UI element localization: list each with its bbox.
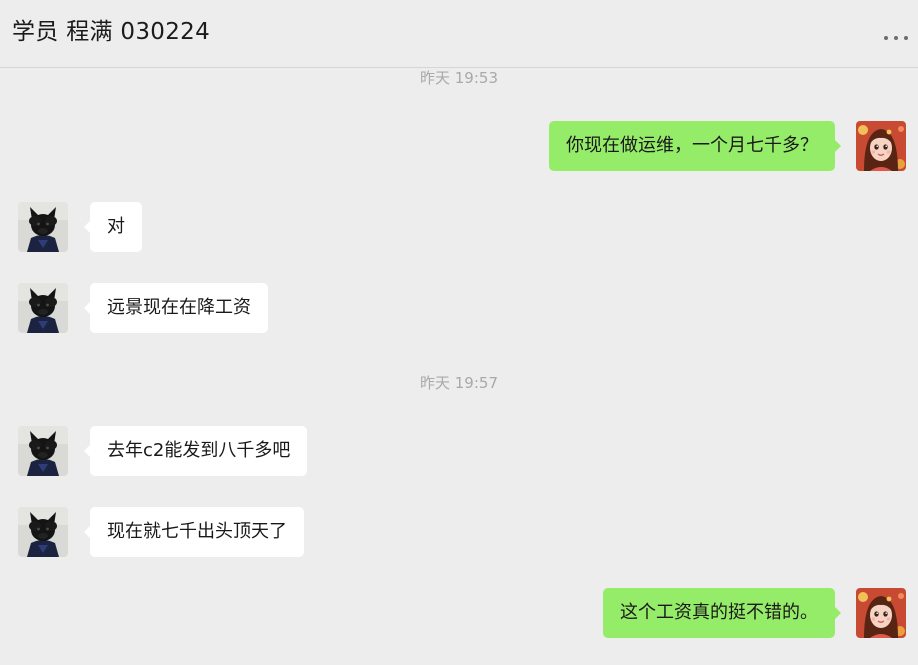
message-incoming: 远景现在在降工资 [0, 283, 918, 337]
message-incoming: 去年c2能发到八千多吧 [0, 426, 918, 480]
black-cat-avatar[interactable] [18, 202, 68, 252]
message-incoming: 现在就七千出头顶天了 [0, 507, 918, 561]
girl-avatar[interactable] [856, 121, 906, 171]
timestamp: 昨天 19:57 [420, 374, 498, 392]
chat-title: 学员 程满 030224 [12, 19, 211, 45]
message-bubble[interactable]: 对 [84, 202, 142, 252]
message-bubble[interactable]: 这个工资真的挺不错的。 [603, 588, 841, 638]
message-bubble[interactable]: 你现在做运维，一个月七千多？ [549, 121, 841, 171]
girl-avatar[interactable] [856, 588, 906, 638]
message-bubble[interactable]: 远景现在在降工资 [84, 283, 268, 333]
more-dots-icon[interactable] [880, 34, 912, 44]
chat-header: 学员 程满 030224 [0, 0, 918, 68]
message-bubble[interactable]: 去年c2能发到八千多吧 [83, 426, 308, 476]
message-bubble[interactable]: 现在就七千出头顶天了 [84, 507, 304, 557]
message-incoming: 对 [0, 202, 918, 256]
black-cat-avatar[interactable] [18, 426, 68, 476]
black-cat-avatar[interactable] [18, 283, 68, 333]
message-outgoing: 你现在做运维，一个月七千多？ [0, 121, 918, 175]
message-outgoing: 这个工资真的挺不错的。 [0, 588, 918, 642]
timestamp: 昨天 19:53 [420, 69, 498, 87]
black-cat-avatar[interactable] [18, 507, 68, 557]
